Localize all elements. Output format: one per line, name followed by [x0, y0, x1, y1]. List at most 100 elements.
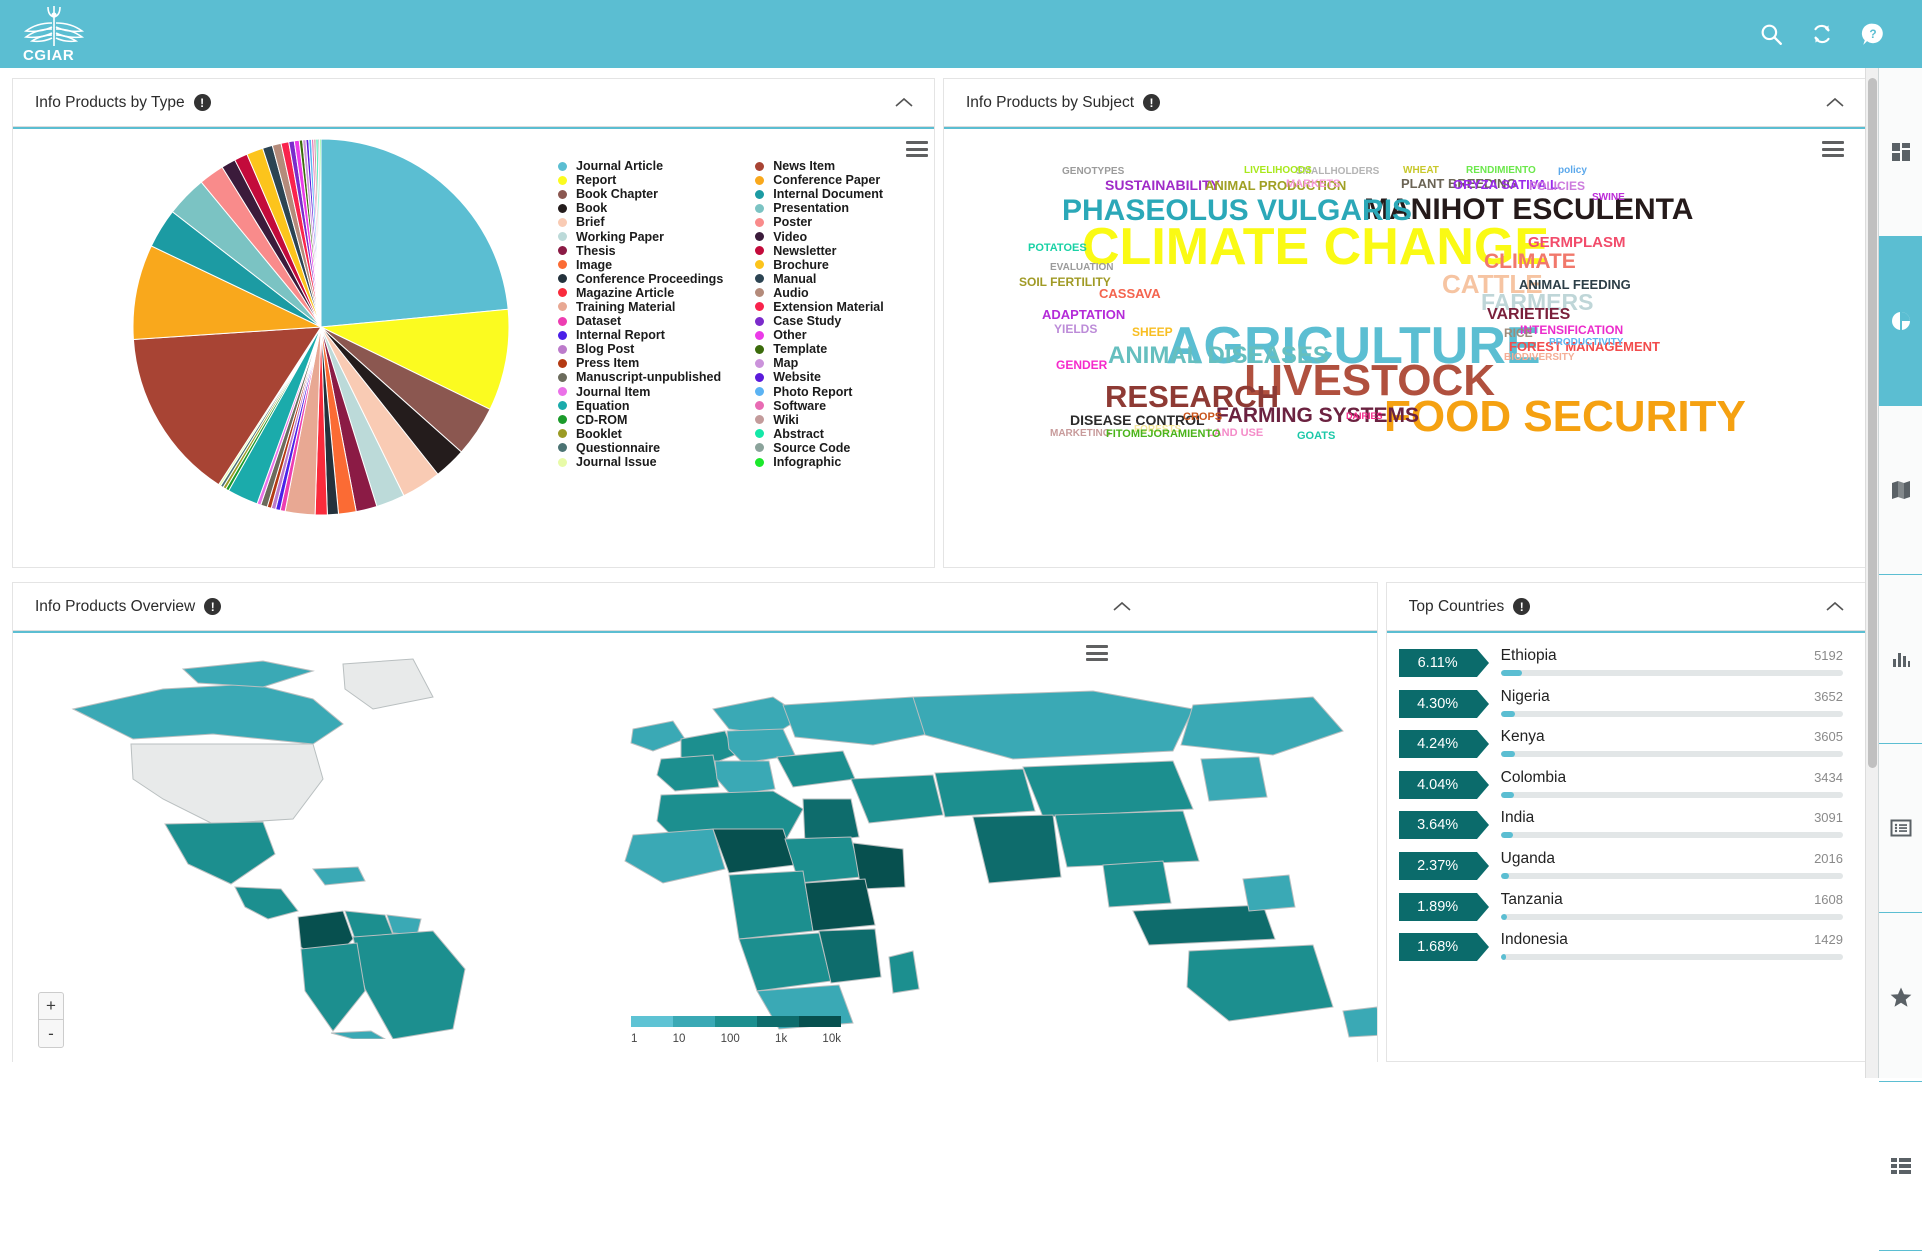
legend-item[interactable]: Video [755, 229, 883, 244]
word-cloud-term[interactable]: FITOMEJORAMIENTO [1106, 429, 1221, 440]
cgiar-logo[interactable]: CGIAR [14, 3, 94, 65]
info-icon[interactable]: ! [193, 94, 211, 111]
map-country[interactable] [624, 828, 726, 884]
legend-item[interactable]: Photo Report [755, 385, 883, 399]
legend-item[interactable]: Software [755, 399, 883, 413]
collapse-chevron-up-icon[interactable] [1112, 601, 1132, 613]
map-country[interactable] [71, 683, 344, 745]
word-cloud-term[interactable]: GENDER [1056, 359, 1107, 371]
map-country[interactable] [712, 828, 796, 874]
word-cloud-term[interactable]: INTENSIFICATION [1520, 324, 1623, 336]
country-row[interactable]: 4.30% Nigeria 3652 [1398, 688, 1843, 729]
word-cloud-term[interactable]: MANIHOT ESCULENTA [1364, 195, 1693, 225]
legend-item[interactable]: Journal Article [558, 159, 723, 173]
word-cloud-term[interactable]: GENOTYPES [1062, 167, 1124, 177]
search-icon[interactable] [1758, 21, 1784, 47]
word-cloud-term[interactable]: policy [1558, 166, 1587, 176]
legend-item[interactable]: Infographic [755, 455, 883, 469]
rail-item-grid[interactable] [1879, 68, 1922, 237]
refresh-icon[interactable] [1809, 21, 1835, 47]
map-country[interactable] [656, 754, 720, 792]
legend-item[interactable]: Internal Document [755, 187, 883, 201]
map-country[interactable] [972, 814, 1062, 884]
map-country[interactable] [804, 878, 876, 932]
country-row[interactable]: 2.37% Uganda 2016 [1398, 850, 1843, 891]
map-country[interactable] [1342, 1006, 1377, 1038]
legend-item[interactable]: Wiki [755, 413, 883, 427]
country-row[interactable]: 4.04% Colombia 3434 [1398, 769, 1843, 810]
rail-item-map[interactable] [1879, 406, 1922, 575]
legend-item[interactable]: News Item [755, 159, 883, 173]
map-country[interactable] [164, 821, 276, 885]
map-country[interactable] [1242, 874, 1296, 912]
rail-item-pie-chart[interactable] [1879, 237, 1922, 406]
legend-item[interactable]: Dataset [558, 314, 723, 328]
legend-item[interactable]: Manual [755, 272, 883, 286]
collapse-chevron-up-icon[interactable] [1825, 97, 1845, 109]
word-cloud-term[interactable]: PHASEOLUS VULGARIS [1062, 196, 1412, 226]
info-icon[interactable]: ! [1513, 598, 1531, 615]
choropleth-map[interactable] [13, 639, 1377, 1039]
world-map-area[interactable]: + - 1 10 100 1k 10k [13, 633, 1377, 1063]
legend-item[interactable]: Working Paper [558, 229, 723, 244]
legend-item[interactable]: Report [558, 173, 723, 187]
page-scrollbar[interactable] [1865, 68, 1878, 1078]
map-country[interactable] [312, 866, 366, 886]
word-cloud-term[interactable]: CROPS [1183, 412, 1222, 423]
word-cloud-term[interactable]: CLIMATE [1484, 251, 1576, 272]
map-country[interactable] [728, 870, 814, 940]
legend-item[interactable]: CD-ROM [558, 413, 723, 427]
rail-item-star[interactable] [1879, 913, 1922, 1082]
legend-item[interactable]: Press Item [558, 356, 723, 370]
chart-menu-icon[interactable] [1822, 141, 1844, 157]
legend-item[interactable]: Abstract [755, 427, 883, 441]
legend-item[interactable]: Presentation [755, 201, 883, 215]
word-cloud-term[interactable]: EVALUATION [1050, 263, 1114, 273]
word-cloud-term[interactable]: FARMING SYSTEMS [1216, 405, 1419, 426]
map-country[interactable] [1054, 810, 1200, 868]
map-zoom-in-button[interactable]: + [39, 993, 63, 1020]
country-row[interactable]: 3.64% India 3091 [1398, 809, 1843, 850]
word-cloud-term[interactable]: ANIMAL FEEDING [1519, 278, 1631, 291]
word-cloud-term[interactable]: MARKETS [1286, 179, 1340, 190]
map-country[interactable] [630, 720, 686, 752]
legend-item[interactable]: Extension Material [755, 300, 884, 314]
info-icon[interactable]: ! [1143, 94, 1161, 111]
legend-item[interactable]: Equation [558, 399, 723, 413]
map-country[interactable] [738, 932, 832, 992]
legend-item[interactable]: Journal Item [558, 385, 723, 399]
word-cloud-term[interactable]: ADAPTATION [1042, 308, 1125, 321]
word-cloud-term[interactable]: RICE [1504, 327, 1533, 339]
country-row[interactable]: 1.89% Tanzania 1608 [1398, 891, 1843, 932]
map-country[interactable] [330, 1030, 387, 1039]
word-cloud-term[interactable]: RENDIMIENTO [1466, 166, 1536, 176]
country-row[interactable]: 6.11% Ethiopia 5192 [1398, 647, 1843, 688]
map-country[interactable] [1102, 860, 1172, 908]
map-country[interactable] [1186, 944, 1334, 1022]
map-country[interactable] [802, 798, 860, 844]
word-cloud-term[interactable]: SHEEP [1132, 326, 1173, 338]
map-country[interactable] [888, 950, 920, 994]
map-country[interactable] [776, 750, 856, 788]
word-cloud-term[interactable]: PRODUCTIVITY [1549, 338, 1623, 348]
legend-item[interactable]: Blog Post [558, 342, 723, 356]
legend-item[interactable]: Poster [755, 215, 883, 229]
word-cloud-term[interactable]: POTATOES [1028, 243, 1087, 254]
legend-item[interactable]: Image [558, 258, 723, 272]
legend-item[interactable]: Newsletter [755, 244, 883, 258]
legend-item[interactable]: Manuscript-unpublished [558, 370, 723, 384]
legend-item[interactable]: Training Material [558, 300, 723, 314]
legend-item[interactable]: Case Study [755, 314, 883, 328]
word-cloud-term[interactable]: ANIMAL DISEASES [1108, 344, 1329, 368]
legend-item[interactable]: Website [755, 370, 883, 384]
rail-item-bar-chart[interactable] [1879, 575, 1922, 744]
map-country[interactable] [234, 886, 299, 920]
map-country[interactable] [912, 690, 1194, 760]
word-cloud-term[interactable]: DAIRIES [1346, 412, 1383, 421]
word-cloud-term[interactable]: SWINE [1592, 193, 1625, 203]
rail-item-list-box[interactable] [1879, 744, 1922, 913]
legend-item[interactable]: Brief [558, 215, 723, 229]
legend-item[interactable]: Template [755, 342, 883, 356]
map-country[interactable] [714, 760, 776, 796]
info-icon[interactable]: ! [204, 598, 222, 615]
